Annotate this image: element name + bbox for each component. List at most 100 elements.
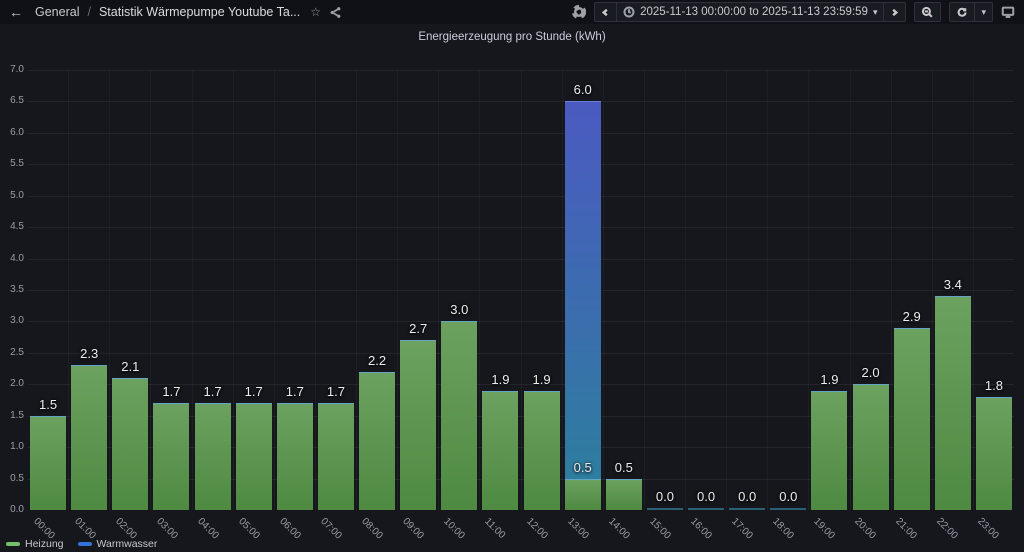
- bar-slot: 0.0: [645, 70, 686, 510]
- bar-slot: 3.4: [933, 70, 974, 510]
- bar-value-label: 2.3: [61, 346, 117, 362]
- bar-slot: 1.8: [974, 70, 1014, 510]
- bar-value-label: 3.0: [431, 302, 487, 318]
- bar-stack: [482, 391, 518, 510]
- star-icon[interactable]: ☆: [310, 6, 321, 18]
- y-axis-tick-label: 5.0: [0, 190, 24, 202]
- bar-segment-heizung: [565, 479, 601, 510]
- bar-stack: [894, 328, 930, 510]
- x-axis-label: 14:00: [606, 516, 631, 541]
- bar-stack: [195, 403, 231, 510]
- breadcrumb-root[interactable]: General: [35, 5, 79, 19]
- bar-slot: 1.9: [480, 70, 521, 510]
- bar-segment-heizung: [112, 378, 148, 510]
- x-axis-label: 21:00: [894, 516, 919, 541]
- bar-value-label: 2.2: [349, 353, 405, 369]
- bar-value-label: 0.0: [637, 489, 693, 505]
- x-axis-label: 03:00: [154, 516, 179, 541]
- bar-slot: 0.56.0: [563, 70, 604, 510]
- bar-slot: 2.2: [357, 70, 398, 510]
- settings-gear-icon[interactable]: [572, 5, 586, 19]
- y-axis-tick-label: 0.0: [0, 504, 24, 516]
- back-icon[interactable]: ←: [9, 5, 23, 19]
- bar-segment-heizung: [30, 416, 66, 510]
- bar-stack: [30, 416, 66, 510]
- bar-slot: 1.7: [193, 70, 234, 510]
- chevron-down-icon: ▾: [981, 7, 986, 18]
- bar-stack: [606, 479, 642, 510]
- bar-stack: [153, 403, 189, 510]
- bar-value-label: 1.7: [267, 384, 323, 400]
- zoom-out-button[interactable]: [915, 3, 940, 21]
- legend-marker: [6, 542, 20, 546]
- time-range-text: 2025-11-13 00:00:00 to 2025-11-13 23:59:…: [640, 6, 868, 18]
- kiosk-monitor-icon[interactable]: [1001, 5, 1015, 19]
- bar-segment-heizung: [400, 340, 436, 510]
- x-axis-label: 19:00: [811, 516, 836, 541]
- bar-segment-zero: [688, 508, 724, 510]
- y-axis-tick-label: 0.5: [0, 473, 24, 485]
- x-axis-label: 13:00: [565, 516, 590, 541]
- bar-stack: [400, 340, 436, 510]
- bar-slot: 1.5: [28, 70, 69, 510]
- bar-segment-zero: [647, 508, 683, 510]
- refresh-button[interactable]: [950, 3, 974, 21]
- chart-legend: Heizung Warmwasser: [6, 538, 157, 550]
- share-icon[interactable]: [329, 6, 342, 19]
- bar-segment-heizung: [318, 403, 354, 510]
- bar-value-label: 0.0: [760, 489, 816, 505]
- bar-segment-heizung: [811, 391, 847, 510]
- x-axis-label: 16:00: [688, 516, 713, 541]
- bar-segment-heizung: [935, 296, 971, 510]
- y-axis-tick-label: 2.5: [0, 347, 24, 359]
- x-axis-label: 10:00: [442, 516, 467, 541]
- legend-marker: [78, 542, 92, 546]
- x-axis-label: 18:00: [770, 516, 795, 541]
- time-range-picker-button[interactable]: 2025-11-13 00:00:00 to 2025-11-13 23:59:…: [616, 3, 883, 21]
- refresh-interval-dropdown[interactable]: ▾: [974, 3, 992, 21]
- bar-segment-zero: [729, 508, 765, 510]
- y-axis-tick-label: 3.5: [0, 284, 24, 296]
- y-axis-tick-label: 1.0: [0, 441, 24, 453]
- bar-value-label: 1.7: [184, 384, 240, 400]
- time-shift-back-button[interactable]: [595, 3, 616, 21]
- bar-value-label: 6.0: [555, 82, 611, 98]
- zoom-out-control: [914, 2, 941, 22]
- panel-title[interactable]: Energieerzeugung pro Stunde (kWh): [0, 31, 1024, 43]
- bar-value-label: 0.0: [719, 489, 775, 505]
- bar-value-label: 1.7: [308, 384, 364, 400]
- bar-slot: 1.7: [151, 70, 192, 510]
- x-axis-label: 06:00: [277, 516, 302, 541]
- bar-stack: [811, 391, 847, 510]
- bar-stack: [112, 378, 148, 510]
- y-axis-tick-label: 5.5: [0, 158, 24, 170]
- breadcrumb-dashboard-title[interactable]: Statistik Wärmepumpe Youtube Ta...: [99, 5, 300, 19]
- y-axis-tick-label: 7.0: [0, 64, 24, 76]
- time-shift-forward-button[interactable]: [883, 3, 905, 21]
- x-axis-label: 15:00: [647, 516, 672, 541]
- bar-slot: 1.7: [316, 70, 357, 510]
- bar-segment-heizung: [853, 384, 889, 510]
- bar-segment-heizung: [153, 403, 189, 510]
- bar-value-label: 1.7: [226, 384, 282, 400]
- bar-value-label: 1.8: [966, 378, 1022, 394]
- bar-stack: [729, 508, 765, 510]
- bar-slot: 2.1: [110, 70, 151, 510]
- chart-plot-area[interactable]: 1.52.32.11.71.71.71.71.72.22.73.01.91.90…: [28, 70, 1014, 510]
- x-axis-label: 22:00: [935, 516, 960, 541]
- y-axis-tick-label: 6.0: [0, 127, 24, 139]
- bar-segment-heizung: [277, 403, 313, 510]
- x-axis-label: 04:00: [195, 516, 220, 541]
- bar-slot: 0.5: [604, 70, 645, 510]
- bar-slot: 0.0: [727, 70, 768, 510]
- legend-label: Warmwasser: [97, 538, 158, 550]
- legend-item-heizung[interactable]: Heizung: [6, 538, 64, 550]
- bar-slot: 0.0: [768, 70, 809, 510]
- bar-slot: 2.0: [851, 70, 892, 510]
- bar-slot: 1.7: [275, 70, 316, 510]
- bar-stack: [359, 372, 395, 510]
- bar-slot: 1.9: [809, 70, 850, 510]
- legend-item-warmwasser[interactable]: Warmwasser: [78, 538, 158, 550]
- bar-value-label: 1.9: [513, 372, 569, 388]
- y-axis-tick-label: 2.0: [0, 378, 24, 390]
